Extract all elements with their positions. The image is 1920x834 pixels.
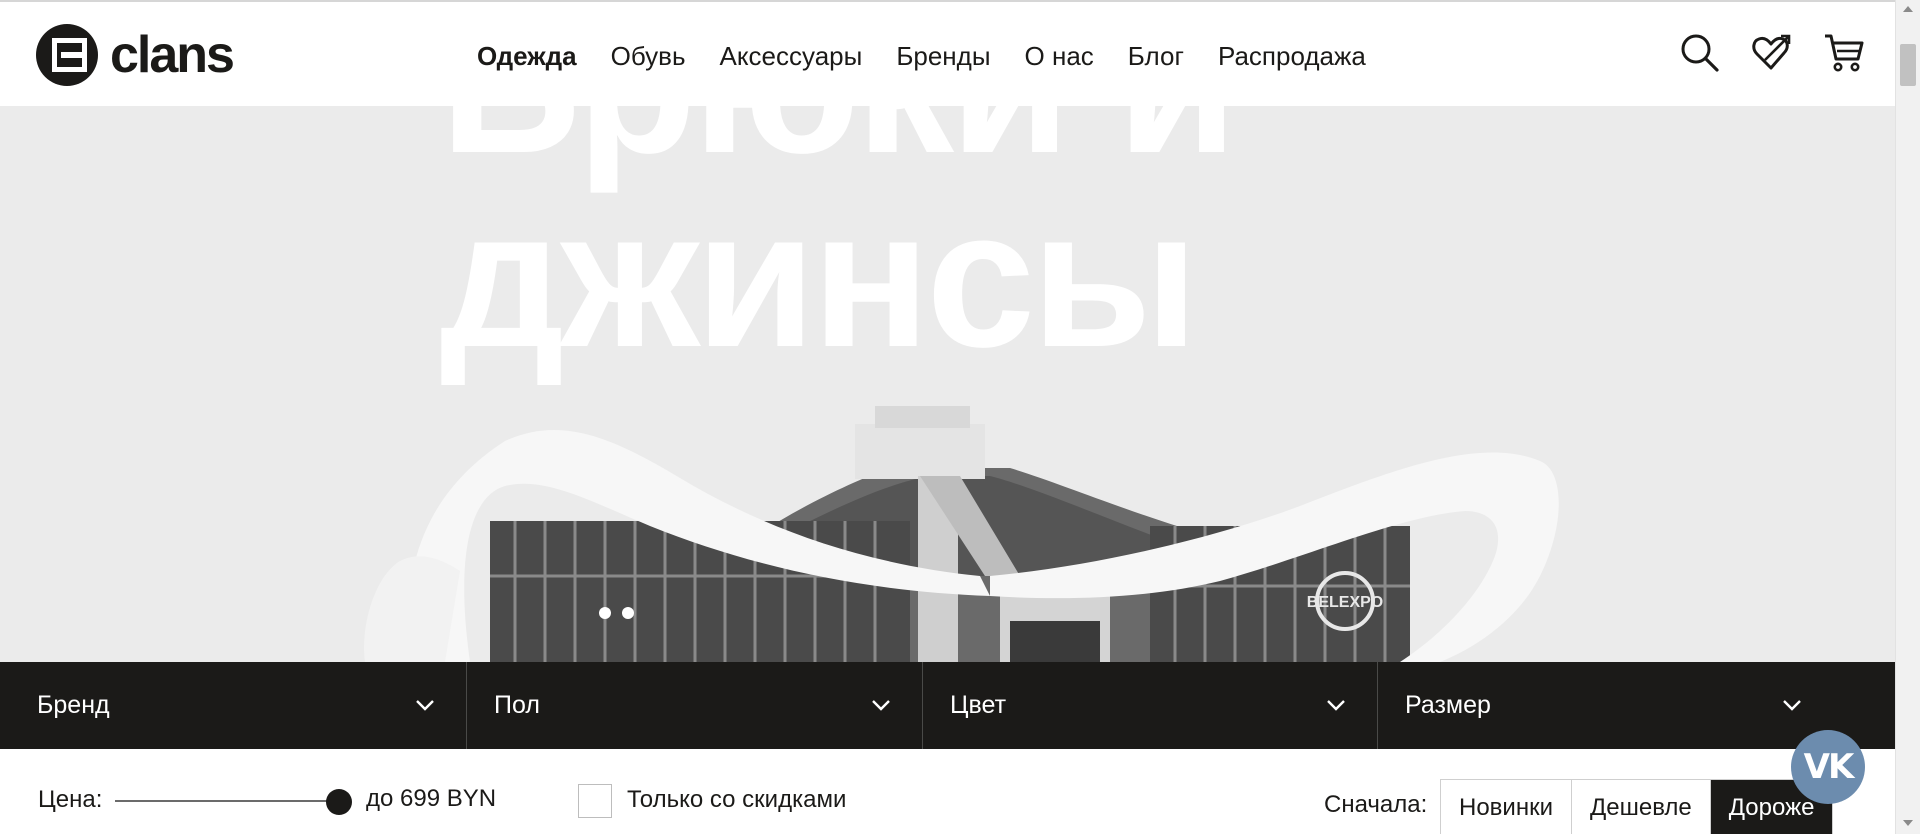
logo-text: clans (110, 26, 235, 84)
filter-brand-dropdown[interactable]: Бренд (0, 662, 467, 749)
hero-title: Брюки и джинсы (440, 106, 1540, 388)
site-header: clans Одежда Обувь Аксессуары Бренды О н… (0, 0, 1895, 106)
discount-only-label[interactable]: Только со скидками (627, 786, 846, 814)
scroll-up-arrow-icon[interactable] (1903, 6, 1913, 12)
hero-title-line-2: джинсы (440, 169, 1199, 388)
chevron-down-icon (1327, 700, 1345, 711)
price-value: до 699 BYN (366, 785, 497, 812)
nav-item-brands[interactable]: Бренды (896, 41, 990, 72)
sort-newest-button[interactable]: Новинки (1441, 780, 1572, 834)
scrollbar-thumb[interactable] (1900, 44, 1916, 86)
nav-item-blog[interactable]: Блог (1128, 41, 1184, 72)
wishlist-heart-icon[interactable] (1751, 32, 1793, 74)
nav-item-accessories[interactable]: Аксессуары (720, 41, 863, 72)
logo[interactable]: clans (36, 22, 235, 88)
discount-only-checkbox[interactable] (578, 784, 612, 818)
nav-item-about[interactable]: О нас (1025, 41, 1094, 72)
page: clans Одежда Обувь Аксессуары Бренды О н… (0, 0, 1895, 834)
price-slider-track[interactable] (115, 800, 340, 802)
sort-label: Сначала: (1324, 791, 1428, 818)
vk-chat-button[interactable]: VK (1791, 730, 1865, 804)
filter-bar: Бренд Пол Цвет Размер (0, 662, 1895, 749)
header-icons (1679, 32, 1865, 74)
nav-item-shoes[interactable]: Обувь (611, 41, 686, 72)
nav-item-sale[interactable]: Распродажа (1218, 41, 1366, 72)
filter-brand-label: Бренд (37, 691, 110, 719)
sort-cheaper-button[interactable]: Дешевле (1572, 780, 1711, 834)
hero-banner: BELEXPO Брюки и джинсы (0, 106, 1895, 662)
vk-logo-icon: VK (1803, 747, 1855, 787)
price-slider-handle[interactable] (326, 789, 352, 815)
sort-options: Новинки Дешевле Дороже (1440, 779, 1834, 834)
chevron-down-icon (872, 700, 890, 711)
cart-icon[interactable] (1823, 32, 1865, 74)
main-nav: Одежда Обувь Аксессуары Бренды О нас Бло… (477, 41, 1400, 72)
clans-logo-icon (36, 24, 98, 86)
chevron-down-icon (416, 700, 434, 711)
filter-size-label: Размер (1405, 691, 1491, 719)
filter-color-dropdown[interactable]: Цвет (923, 662, 1378, 749)
filter-gender-label: Пол (494, 691, 540, 719)
filter-gender-dropdown[interactable]: Пол (467, 662, 923, 749)
nav-item-clothing[interactable]: Одежда (477, 41, 577, 72)
price-label: Цена: (38, 786, 103, 813)
page-scrollbar[interactable] (1895, 0, 1920, 834)
search-icon[interactable] (1679, 32, 1721, 74)
belexpo-sign-text: BELEXPO (1307, 594, 1383, 611)
chevron-down-icon (1783, 700, 1801, 711)
filter-color-label: Цвет (950, 691, 1007, 719)
scroll-down-arrow-icon[interactable] (1903, 820, 1913, 826)
listing-controls: Цена: до 699 BYN Только со скидками Снач… (0, 749, 1895, 834)
